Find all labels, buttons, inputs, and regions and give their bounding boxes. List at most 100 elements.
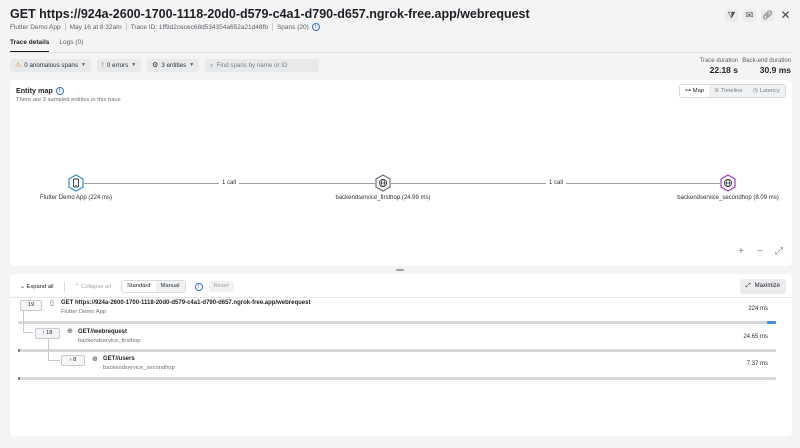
zoom-in-button[interactable]: + [734, 245, 748, 259]
trace-id: Trace ID: 1ff9d2cecec68d534354a652a21d48… [130, 23, 268, 31]
span-count: Spans (20) [276, 23, 309, 31]
trace-tree-panel [10, 274, 792, 436]
view-map-button[interactable]: ⊶ Map [679, 85, 710, 97]
span-expand-toggle[interactable]: › 18 [35, 328, 60, 339]
globe-icon[interactable] [720, 174, 736, 192]
fit-to-screen-button[interactable]: ⤢ [772, 245, 786, 259]
app-name: Flutter Demo App [10, 23, 61, 31]
mode-toggle: Standard Manual [120, 280, 186, 293]
span-count-badge: 8 [73, 357, 77, 363]
tree-connector [23, 332, 33, 333]
span-search-input[interactable]: ⌕ Find spans by name or ID [205, 59, 320, 72]
maximize-icon: ⤢ [745, 283, 751, 289]
span-service: backendservice_secondhop [103, 365, 175, 371]
errors-filter[interactable]: ! 0 errors ▼ [96, 59, 142, 72]
collapse-all-label: Collapse all [81, 283, 111, 290]
divider [10, 297, 792, 298]
collapse-all-button[interactable]: ⌃ Collapse all [71, 281, 115, 293]
chevron-right-icon: › [69, 357, 72, 363]
zoom-out-button[interactable]: − [753, 245, 767, 259]
trace-toolbar: ⌄ Expand all ⌃ Collapse all Standard Man… [16, 280, 234, 293]
backend-duration-value: 30.9 ms [759, 65, 791, 75]
divider [271, 23, 273, 31]
trace-duration: Trace duration 22.18 s [700, 58, 738, 75]
view-timeline-button[interactable]: ≋ Timeline [709, 85, 748, 97]
anomalous-spans-filter[interactable]: ⚠ 0 anomalous spans ▼ [10, 59, 91, 72]
edge-label: 1 call [545, 180, 567, 186]
mode-standard[interactable]: Standard [121, 281, 156, 292]
globe-icon[interactable] [375, 174, 391, 192]
header-actions: ⧩ ✉ 🔗︎ ✕ [725, 9, 792, 22]
chevron-down-icon: ▼ [189, 62, 195, 68]
entity-node-label: backendservice_secondhop (8.09 ms) [677, 195, 779, 201]
entity-map-panel [10, 80, 792, 266]
edge-label: 1 call [218, 180, 240, 186]
tab-logs[interactable]: Logs (0) [59, 39, 83, 52]
entity-map-subtitle: There are 3 sampled entities in this tra… [16, 97, 121, 103]
mobile-app-icon[interactable] [68, 174, 84, 192]
span-timeline-track [18, 321, 776, 324]
span-service: Flutter Demo App [61, 309, 107, 315]
mail-icon[interactable]: ✉ [743, 9, 756, 22]
view-map-label: Map [692, 88, 705, 94]
span-name[interactable]: GET https://924a-2600-1700-1118-20d0-d57… [61, 300, 310, 306]
span-name[interactable]: GET//webrequest [78, 329, 127, 335]
divider [64, 23, 66, 31]
span-duration: 224 ms [748, 306, 768, 312]
backend-duration-label: Back-end duration [742, 58, 791, 64]
span-timeline-track [18, 377, 776, 380]
view-latency-button[interactable]: ◷ Latency [747, 85, 785, 97]
mode-manual[interactable]: Manual [155, 281, 185, 292]
tab-divider [10, 52, 792, 53]
globe-icon: ⊕ [92, 356, 98, 363]
span-count-badge[interactable]: 19 [20, 300, 42, 311]
trace-duration-value: 22.18 s [709, 65, 738, 75]
entity-node-label: backendservice_firsthop (24.99 ms) [335, 195, 431, 201]
errors-label: 0 errors [106, 62, 129, 69]
span-timeline-bar[interactable] [766, 321, 776, 324]
detail-tabs: Trace details Logs (0) [10, 39, 83, 52]
span-timeline-bar[interactable] [18, 349, 20, 352]
span-expand-toggle[interactable]: › 8 [61, 355, 85, 366]
latency-icon: ◷ [752, 88, 758, 94]
entity-map-title: Entity map i [16, 86, 64, 95]
view-timeline-label: Timeline [720, 88, 743, 94]
entity-map-title-text: Entity map [16, 86, 53, 95]
trace-date: May 16 at 8:32am [69, 23, 122, 31]
mobile-app-icon: ▯ [50, 300, 54, 307]
divider [63, 281, 65, 292]
timeline-icon: ≋ [714, 88, 719, 94]
chevron-down-icon: ▼ [131, 62, 137, 68]
expand-all-button[interactable]: ⌄ Expand all [16, 281, 58, 293]
link-icon[interactable]: 🔗︎ [761, 9, 774, 22]
filter-bar: ⚠ 0 anomalous spans ▼ ! 0 errors ▼ ⚙ 3 e… [10, 59, 320, 72]
view-latency-label: Latency [759, 88, 780, 94]
tree-connector [48, 339, 49, 361]
span-duration: 7.37 ms [746, 361, 768, 367]
expand-all-label: Expand all [26, 283, 54, 290]
info-icon[interactable]: i [194, 282, 203, 291]
info-icon[interactable]: i [311, 23, 320, 31]
span-timeline-bar[interactable] [18, 377, 20, 380]
search-icon: ⌕ [210, 62, 214, 69]
info-icon[interactable]: i [55, 86, 64, 95]
tab-trace-details[interactable]: Trace details [10, 39, 50, 52]
filter-icon[interactable]: ⧩ [725, 9, 738, 22]
map-view-toggle: ⊶ Map ≋ Timeline ◷ Latency [678, 84, 786, 98]
maximize-button[interactable]: ⤢ Maximize [739, 279, 786, 294]
close-icon[interactable]: ✕ [779, 9, 792, 22]
entities-label: 3 entities [161, 62, 187, 69]
entity-node-label: Flutter Demo App (224 ms) [39, 195, 113, 201]
span-service: backendservice_firsthop [78, 338, 141, 344]
tree-connector [48, 360, 60, 361]
map-zoom-controls: + − ⤢ [734, 245, 786, 259]
span-name[interactable]: GET//users [103, 356, 135, 362]
anomaly-icon: ⚠ [15, 62, 22, 69]
page-title: GET https://924a-2600-1700-1118-20d0-d57… [10, 7, 530, 21]
resize-handle[interactable] [396, 269, 404, 271]
entities-filter[interactable]: ⚙ 3 entities ▼ [147, 59, 200, 72]
reset-button[interactable]: Reset [208, 281, 234, 292]
anomalous-label: 0 anomalous spans [24, 62, 78, 69]
entity-icon: ⚙ [152, 62, 159, 69]
search-placeholder: Find spans by name or ID [216, 62, 288, 69]
